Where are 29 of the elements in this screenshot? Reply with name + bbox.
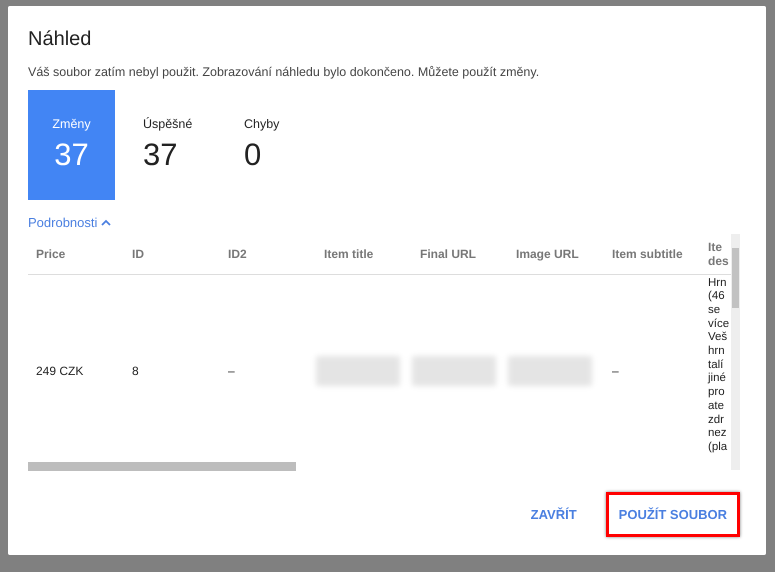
table-cell: Hrn (46 se více Veš hrn talí jiné pro ate zdr nez (pla [700, 274, 732, 460]
table-cell: – [604, 274, 700, 460]
stat-value: 37 [54, 137, 89, 173]
chevron-up-icon [101, 219, 112, 226]
stat-value: 37 [143, 137, 178, 173]
table-cell: 249 CZK [28, 274, 124, 460]
column-header: Item subtitle [604, 234, 700, 274]
table-cell: – [220, 274, 316, 460]
column-header: Price [28, 234, 124, 274]
dialog-button[interactable]: POUŽÍT SOUBOR [606, 492, 740, 536]
dialog-message: Váš soubor zatím nebyl použit. Zobrazování náhledu bylo dokončeno. Můžete použít změny. [28, 65, 540, 79]
dialog-title: Náhled [28, 28, 92, 51]
vertical-scrollbar[interactable] [731, 234, 740, 470]
column-header: ID2 [220, 234, 316, 274]
stat-label: Chyby [244, 117, 280, 131]
stat-tile[interactable]: Chyby 0 [230, 90, 317, 200]
stat-label: Změny [52, 117, 91, 131]
column-header: Image URL [508, 234, 604, 274]
column-header: Item title [316, 234, 412, 274]
dialog-button[interactable]: ZAVŘÍT [518, 492, 590, 536]
stat-value: 0 [244, 137, 262, 173]
horizontal-scrollbar[interactable] [28, 462, 296, 471]
stat-tile[interactable]: Změny 37 [28, 90, 115, 200]
stat-tile[interactable]: Úspěšné 37 [129, 90, 216, 200]
column-header: Final URL [412, 234, 508, 274]
column-header: ID [124, 234, 220, 274]
stat-label: Úspěšné [143, 117, 192, 131]
table-cell: 8 [124, 274, 220, 460]
details-toggle[interactable]: Podrobnosti [28, 215, 112, 230]
